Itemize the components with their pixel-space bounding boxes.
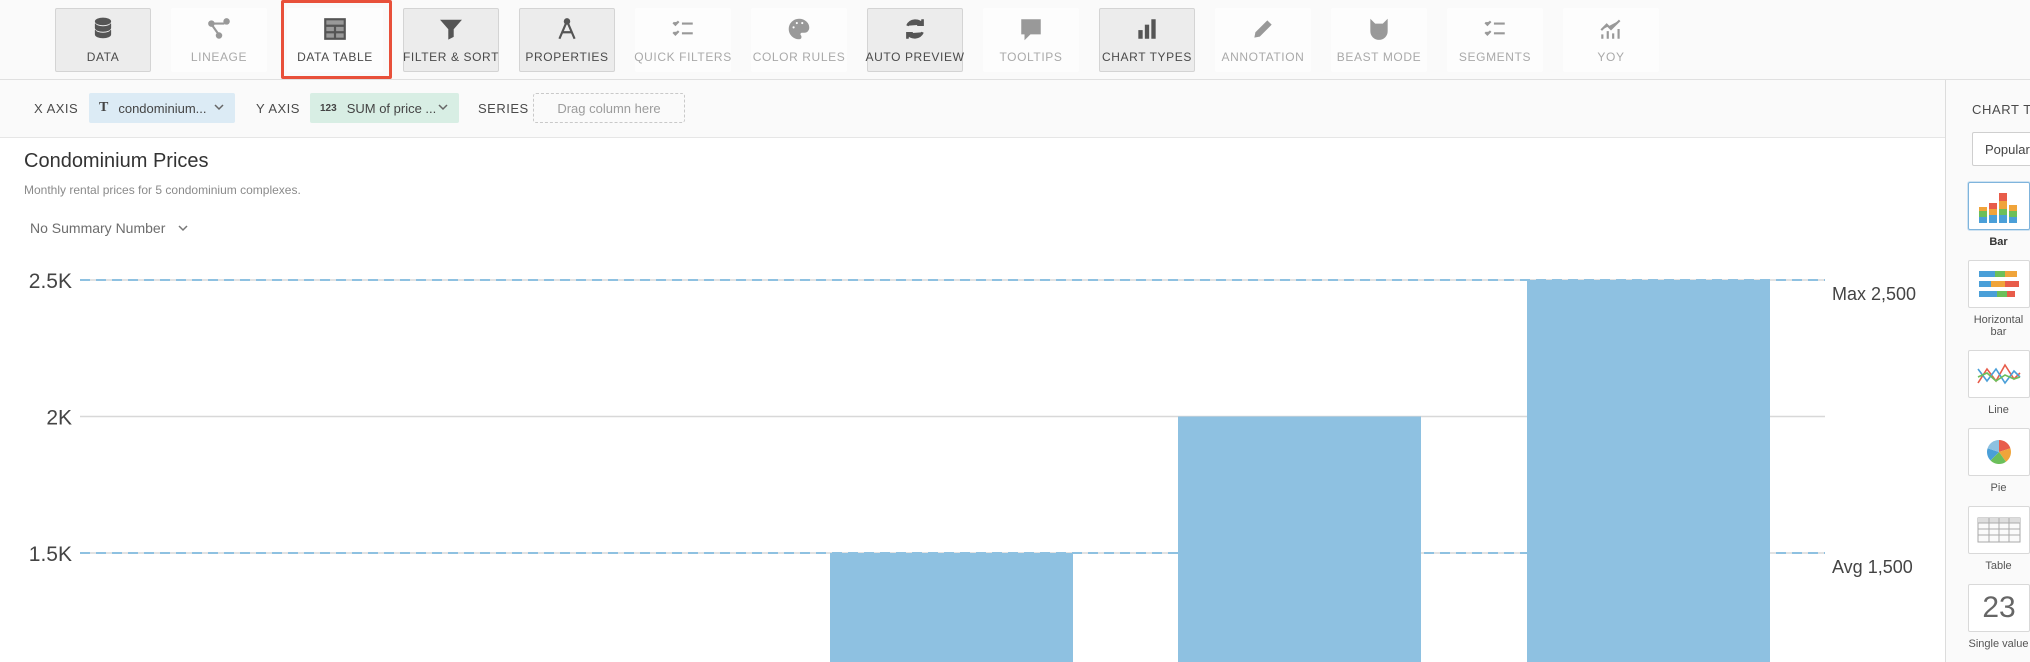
quick-filters-label: QUICK FILTERS (634, 50, 732, 64)
data-table-button[interactable]: DATA TABLE (287, 8, 383, 72)
yoy-label: YOY (1597, 50, 1625, 64)
database-icon (94, 17, 112, 39)
chart-type-table[interactable]: Table (1966, 506, 2030, 572)
pie-chart-thumb-icon (1968, 428, 2030, 476)
y-tick-label: 2K (46, 407, 72, 430)
segments-button[interactable]: SEGMENTS (1447, 8, 1543, 72)
annotation-label: ANNOTATION (1221, 50, 1305, 64)
y-tick-label: 1.5K (29, 543, 72, 566)
chevron-down-icon (178, 225, 188, 232)
chart-types-button[interactable]: CHART TYPES (1099, 8, 1195, 72)
auto-preview-button[interactable]: AUTO PREVIEW (865, 8, 965, 72)
reference-line-label: Avg 1,500 (1832, 557, 1913, 577)
filter-sort-label: FILTER & SORT (402, 50, 500, 64)
bar-chart: 2.5K 2K 1.5K Max 2,500 Avg 1,500 (29, 270, 1916, 662)
properties-label: PROPERTIES (525, 50, 609, 64)
lineage-icon (208, 18, 230, 39)
chart-types-label: CHART TYPES (1102, 50, 1192, 64)
toolbar: DATA LINEAGE DATA TABLE FILTER & SORT PR… (0, 0, 2030, 80)
chart-title: Condominium Prices (24, 150, 209, 172)
chart-type-horizontal-bar[interactable]: Horizontal bar (1966, 260, 2030, 338)
quick-filters-button[interactable]: QUICK FILTERS (634, 8, 732, 72)
bar (830, 553, 1073, 662)
text-type-icon: T (99, 100, 109, 115)
beast-mode-label: BEAST MODE (1336, 50, 1422, 64)
chart-type-single-value[interactable]: 23 Single value (1966, 584, 2030, 650)
chart-type-name: Table (1985, 560, 2012, 572)
table-thumb-icon (1968, 506, 2030, 554)
single-value-thumb-icon: 23 (1968, 584, 2030, 632)
segments-label: SEGMENTS (1458, 50, 1532, 64)
chart-subtitle: Monthly rental prices for 5 condominium … (24, 183, 301, 197)
tooltips-button[interactable]: TOOLTIPS (983, 8, 1079, 72)
color-rules-label: COLOR RULES (752, 50, 846, 64)
auto-preview-label: AUTO PREVIEW (865, 50, 965, 64)
beast-mode-button[interactable]: BEAST MODE (1331, 8, 1427, 72)
chart-types-panel: CHART TY Popular Bar Horizontal bar (1945, 80, 2030, 662)
table-icon (324, 18, 346, 40)
y-axis-pill[interactable]: 123 SUM of price ... (310, 93, 459, 123)
x-axis-pill[interactable]: T condominium... (89, 93, 235, 123)
segments-icon (1484, 20, 1505, 36)
filter-icon (440, 19, 462, 40)
summary-number-label: No Summary Number (30, 220, 166, 236)
palette-icon (788, 18, 810, 40)
properties-button[interactable]: PROPERTIES (519, 8, 615, 72)
beast-mode-icon (1370, 18, 1388, 40)
tooltips-label: TOOLTIPS (999, 50, 1063, 64)
number-type-icon: 123 (320, 102, 337, 114)
series-dropzone[interactable]: Drag column here (533, 93, 685, 123)
single-value-glyph: 23 (1982, 591, 2016, 624)
chevron-down-icon[interactable] (437, 101, 449, 113)
x-axis-column: condominium... (118, 100, 207, 116)
chart-type-line[interactable]: Line (1966, 350, 2030, 416)
chart-type-name: Horizontal bar (1973, 314, 2024, 338)
reference-line-label: Max 2,500 (1832, 284, 1916, 304)
trend-chart-icon (1600, 19, 1621, 39)
axis-bar: X AXIS T condominium... Y AXIS 123 SUM o… (0, 80, 1945, 138)
line-chart-thumb-icon (1968, 350, 2030, 398)
data-label: DATA (86, 50, 120, 64)
y-axis-column: SUM of price ... (346, 100, 437, 116)
lineage-label: LINEAGE (190, 50, 248, 64)
speech-bubble-icon (1021, 19, 1041, 41)
bar (1178, 416, 1421, 662)
chart-type-name: Single value (1968, 638, 2029, 650)
color-rules-button[interactable]: COLOR RULES (751, 8, 847, 72)
annotation-button[interactable]: ANNOTATION (1215, 8, 1311, 72)
lineage-button[interactable]: LINEAGE (171, 8, 267, 72)
data-table-label: DATA TABLE (297, 50, 373, 64)
chart-type-bar[interactable]: Bar (1966, 182, 2030, 248)
checklist-icon (672, 20, 693, 36)
chart-type-name: Line (1988, 404, 2009, 416)
yoy-button[interactable]: YOY (1563, 8, 1659, 72)
panel-title: CHART TY (1972, 102, 2030, 117)
bar-chart-icon (1138, 19, 1156, 39)
chart-type-name: Bar (1989, 236, 2008, 248)
chart-type-name: Pie (1990, 482, 2007, 494)
pencil-icon (1254, 20, 1272, 38)
summary-number-dropdown[interactable]: No Summary Number (30, 220, 189, 236)
bar-chart-thumb-icon (1968, 182, 2030, 230)
filter-sort-button[interactable]: FILTER & SORT (403, 8, 499, 72)
y-axis-label: Y AXIS (256, 101, 300, 116)
series-label: SERIES (478, 101, 529, 116)
data-button[interactable]: DATA (55, 8, 151, 72)
x-axis-label: X AXIS (34, 101, 79, 116)
chart-type-pie[interactable]: Pie (1966, 428, 2030, 494)
y-tick-label: 2.5K (29, 270, 72, 293)
compass-icon (558, 18, 576, 40)
refresh-icon (906, 19, 924, 39)
bar (1527, 280, 1770, 662)
horizontal-bar-thumb-icon (1968, 260, 2030, 308)
chart-category-select[interactable]: Popular (1972, 132, 2030, 166)
chevron-down-icon[interactable] (213, 101, 225, 113)
